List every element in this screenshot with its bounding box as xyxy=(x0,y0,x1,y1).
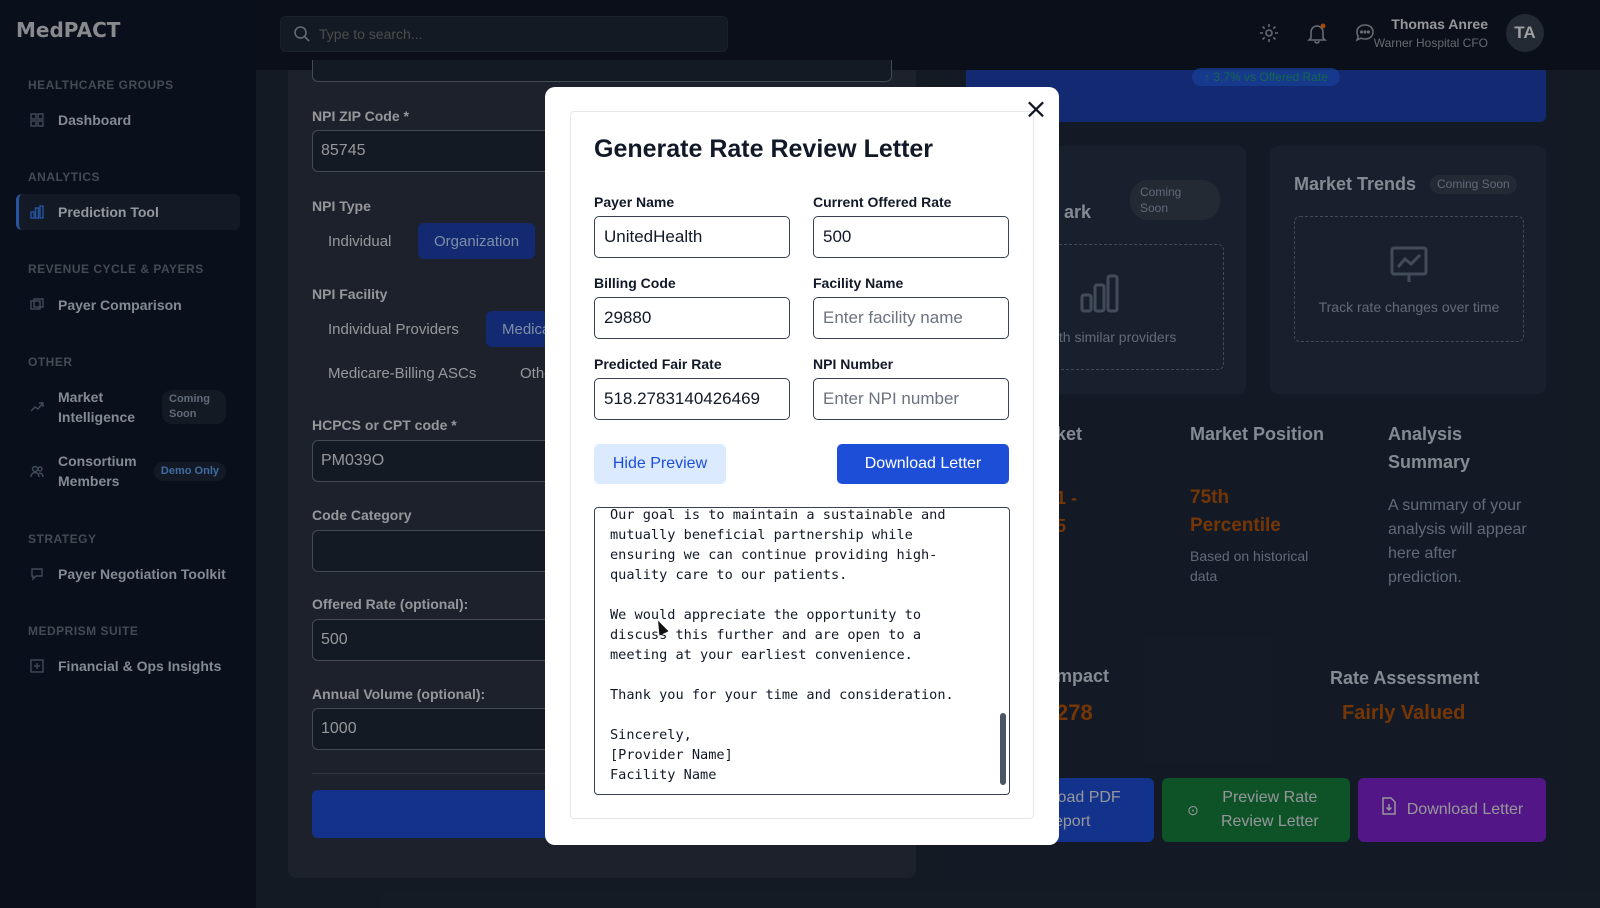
close-icon[interactable]: × xyxy=(1023,92,1049,125)
facility-name-input[interactable] xyxy=(813,297,1009,339)
letter-preview-text: Our goal is to maintain a sustainable an… xyxy=(610,507,954,783)
offered-rate-label: Current Offered Rate xyxy=(813,194,952,210)
billing-code-label: Billing Code xyxy=(594,275,676,291)
modal-title: Generate Rate Review Letter xyxy=(594,135,934,163)
offered-rate-input[interactable] xyxy=(813,216,1009,258)
hide-preview-button[interactable]: Hide Preview xyxy=(594,444,726,484)
rate-review-modal: × Generate Rate Review Letter Payer Name… xyxy=(545,87,1059,845)
payer-name-label: Payer Name xyxy=(594,194,675,210)
scrollbar-thumb[interactable] xyxy=(1000,713,1006,785)
download-letter-button[interactable]: Download Letter xyxy=(837,444,1009,484)
fair-rate-label: Predicted Fair Rate xyxy=(594,356,722,372)
npi-number-input[interactable] xyxy=(813,378,1009,420)
payer-name-input[interactable] xyxy=(594,216,790,258)
facility-name-label: Facility Name xyxy=(813,275,904,291)
billing-code-input[interactable] xyxy=(594,297,790,339)
fair-rate-input[interactable] xyxy=(594,378,790,420)
npi-number-label: NPI Number xyxy=(813,356,894,372)
letter-preview[interactable]: Our goal is to maintain a sustainable an… xyxy=(594,507,1010,795)
